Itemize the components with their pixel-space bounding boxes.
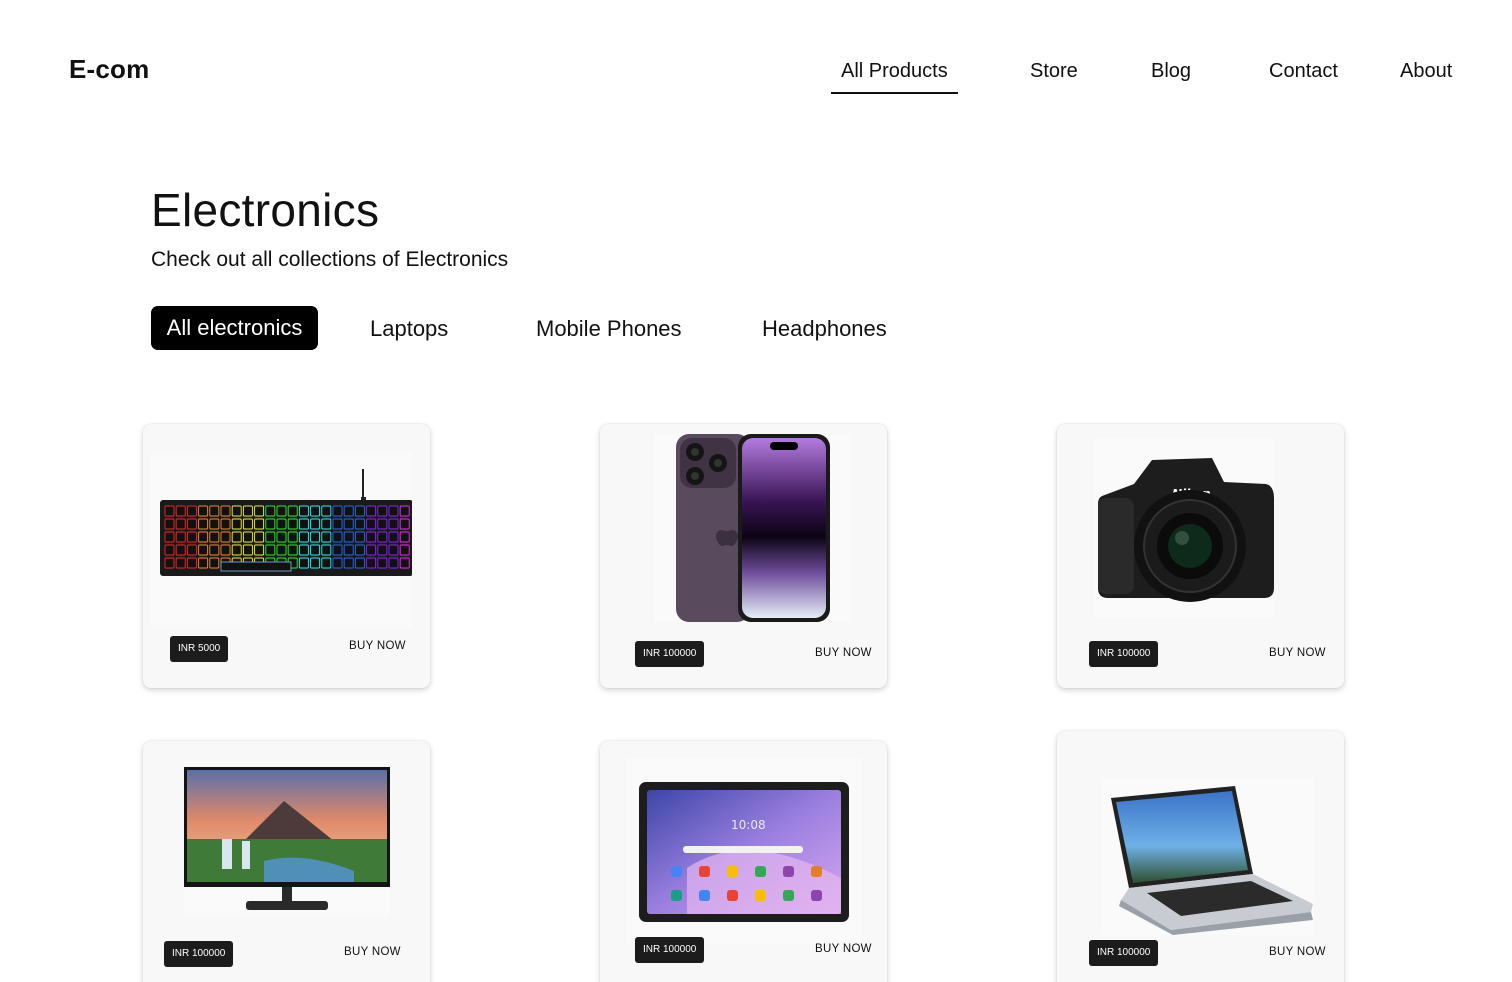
brand-logo[interactable]: E-com [69, 54, 149, 85]
buy-now-button[interactable]: BUY NOW [349, 640, 406, 652]
buy-now-button[interactable]: BUY NOW [1269, 647, 1326, 659]
filter-headphones[interactable]: Headphones [762, 316, 887, 342]
nav-about[interactable]: About [1400, 60, 1452, 83]
tablet-image[interactable]: 10:08 [627, 758, 861, 944]
price-badge: INR 100000 [635, 641, 705, 667]
buy-now-button[interactable]: BUY NOW [344, 946, 401, 958]
price-badge: INR 5000 [170, 636, 229, 662]
nav-blog[interactable]: Blog [1151, 60, 1191, 83]
price-badge: INR 100000 [164, 941, 234, 967]
product-card[interactable]: Nikon INR 100000 BUY NOW [1057, 424, 1344, 688]
product-card[interactable]: INR 100000 BUY NOW [143, 741, 430, 982]
buy-now-button[interactable]: BUY NOW [815, 647, 872, 659]
nav-store[interactable]: Store [1030, 60, 1078, 83]
page-title: Electronics [151, 184, 380, 236]
product-card[interactable]: INR 100000 BUY NOW [1057, 731, 1344, 982]
page-subtitle: Check out all collections of Electronics [151, 248, 509, 271]
nav-all-products[interactable]: All Products [831, 60, 958, 94]
monitor-image[interactable] [184, 761, 390, 917]
filter-mobile-phones[interactable]: Mobile Phones [536, 316, 682, 342]
buy-now-button[interactable]: BUY NOW [815, 943, 872, 955]
laptop-image[interactable] [1101, 778, 1314, 935]
price-badge: INR 100000 [635, 937, 705, 963]
product-card[interactable]: INR 5000 BUY NOW [143, 424, 430, 688]
buy-now-button[interactable]: BUY NOW [1269, 946, 1326, 958]
product-card[interactable]: INR 100000 BUY NOW [600, 424, 887, 688]
price-badge: INR 100000 [1089, 940, 1159, 966]
camera-image[interactable]: Nikon [1094, 438, 1274, 618]
keyboard-image[interactable] [151, 451, 412, 629]
price-badge: INR 100000 [1089, 641, 1159, 667]
filter-all-electronics[interactable]: All electronics [151, 306, 318, 350]
nav-contact[interactable]: Contact [1269, 60, 1338, 83]
svg-text:10:08: 10:08 [731, 818, 766, 832]
filter-laptops[interactable]: Laptops [370, 316, 448, 342]
product-card[interactable]: 10:08 INR 100000 BUY NOW [600, 741, 887, 982]
smartphone-image[interactable] [654, 434, 852, 622]
page: E-com All Products Store Blog Contact Ab… [0, 0, 1512, 982]
